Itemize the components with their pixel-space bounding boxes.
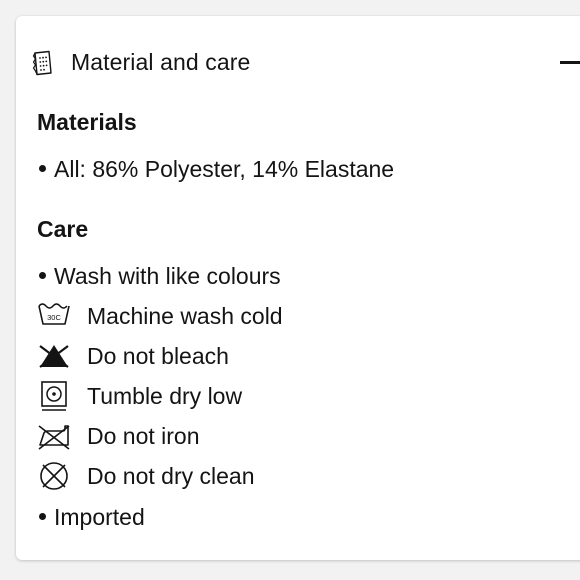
wash-30c-icon: 30C [38,303,70,325]
materials-heading: Materials [37,109,137,135]
material-care-panel: Material and care Materials All: 86% Pol… [16,16,580,560]
bullet-icon [39,165,46,173]
wash-temperature-text: 30C [47,313,61,322]
material-item: All: 86% Polyester, 14% Elastane [37,154,394,184]
care-outro-item: Imported [37,502,145,532]
minus-icon [560,61,580,64]
fabric-tag-icon [32,50,52,76]
accordion-header[interactable]: Material and care [16,16,580,108]
care-instruction-label: Machine wash cold [87,303,283,329]
no-iron-icon [38,425,70,450]
no-dry-clean-icon [40,462,68,490]
material-item-text: All: 86% Polyester, 14% Elastane [54,156,395,182]
care-instruction-dry-clean: Do not dry clean [36,460,516,492]
bullet-icon [39,513,46,521]
care-instruction-wash: 30C Machine wash cold [36,300,516,332]
care-instruction-bleach: Do not bleach [36,340,516,372]
care-intro-item: Wash with like colours [37,261,281,291]
care-outro-text: Imported [54,504,145,530]
care-instruction-label: Do not bleach [87,343,229,369]
care-instruction-label: Tumble dry low [87,383,243,409]
care-instruction-label: Do not dry clean [87,463,255,489]
care-heading: Care [37,216,89,242]
tumble-dry-low-icon [41,381,67,411]
care-intro-text: Wash with like colours [54,263,281,289]
bullet-icon [39,272,46,280]
care-instruction-dry: Tumble dry low [36,380,516,412]
care-instruction-label: Do not iron [87,423,200,449]
no-bleach-icon [39,345,69,368]
care-instruction-iron: Do not iron [36,420,516,452]
collapse-button[interactable] [558,48,580,78]
accordion-title: Material and care [71,49,251,75]
